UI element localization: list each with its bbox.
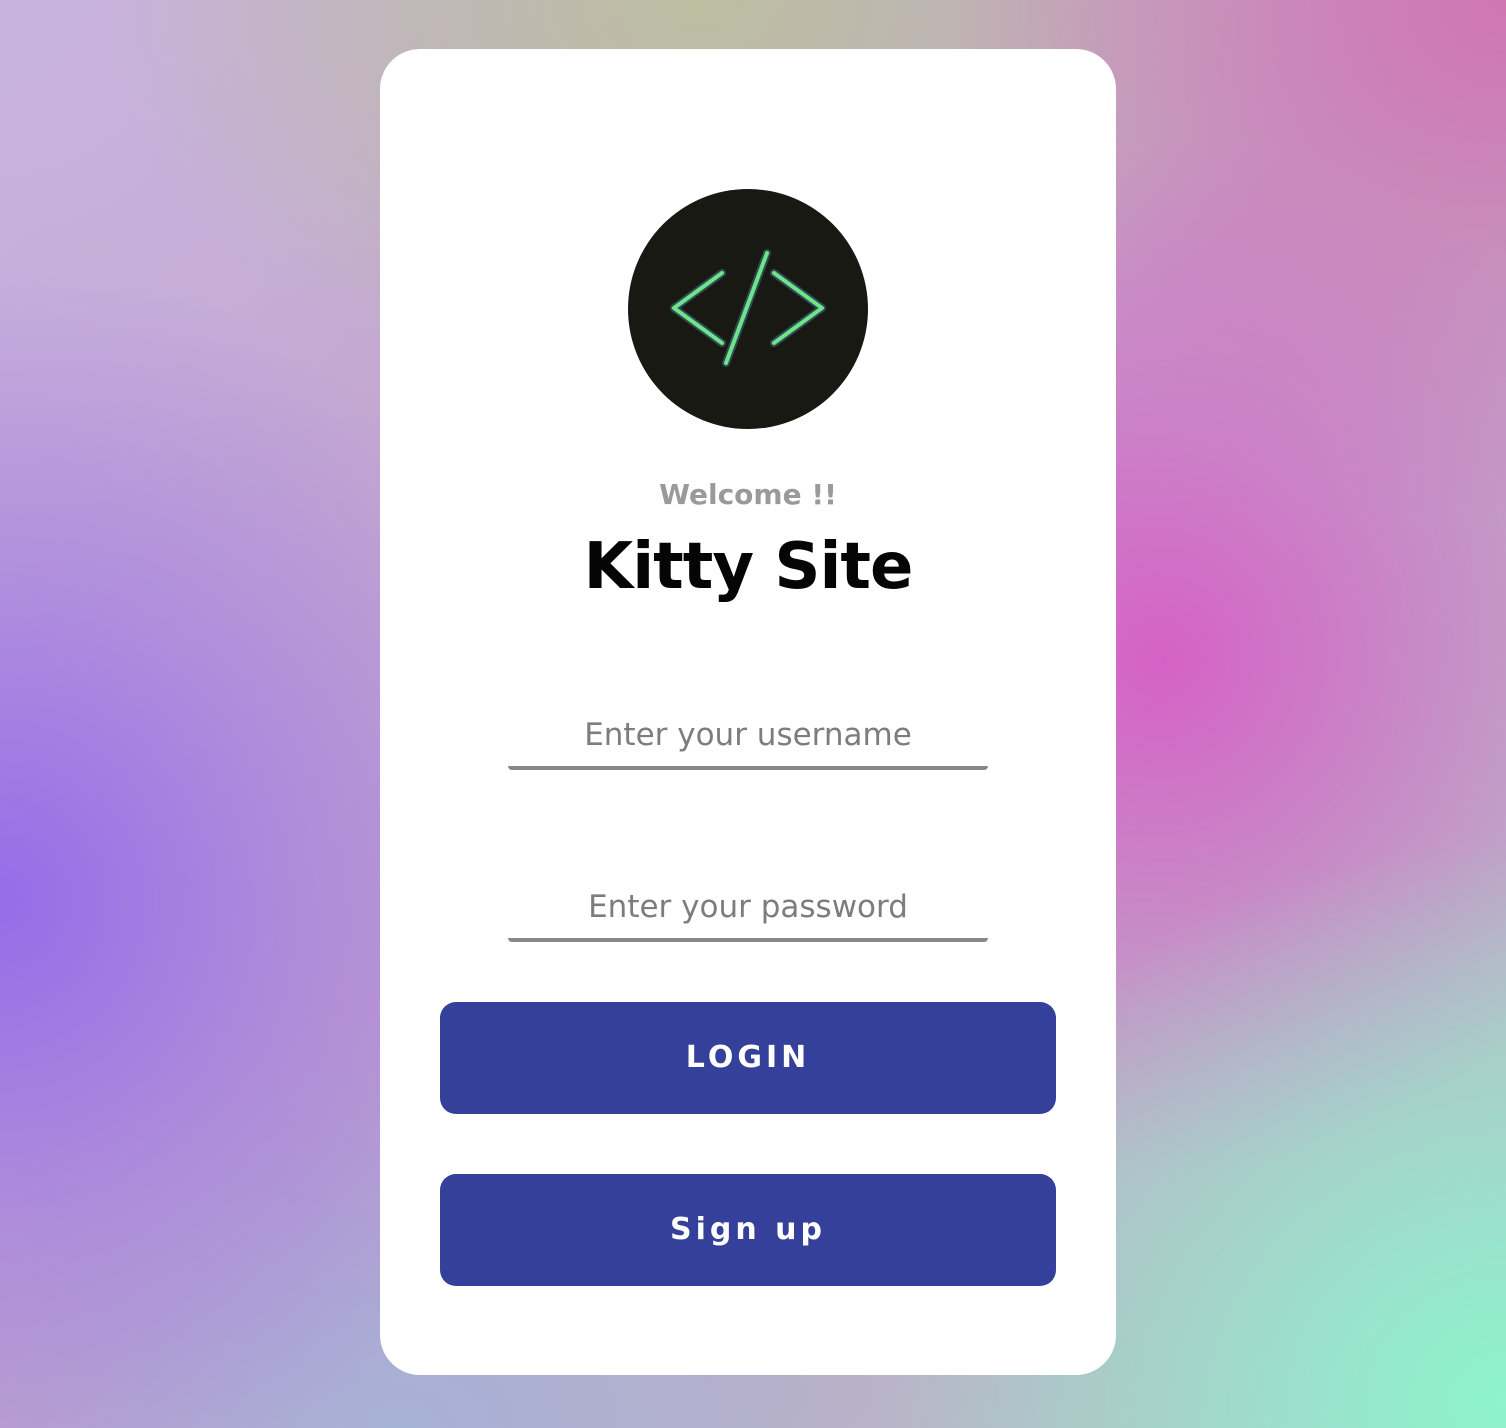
login-card: Welcome !! Kitty Site LOGIN Sign up [380, 49, 1116, 1375]
password-input[interactable] [508, 876, 988, 942]
login-button[interactable]: LOGIN [440, 1002, 1056, 1114]
logo [628, 189, 868, 429]
code-brackets-icon [670, 249, 826, 367]
site-title: Kitty Site [583, 530, 914, 604]
welcome-text: Welcome !! [659, 478, 837, 511]
signup-button[interactable]: Sign up [440, 1174, 1056, 1286]
username-input[interactable] [508, 704, 988, 770]
